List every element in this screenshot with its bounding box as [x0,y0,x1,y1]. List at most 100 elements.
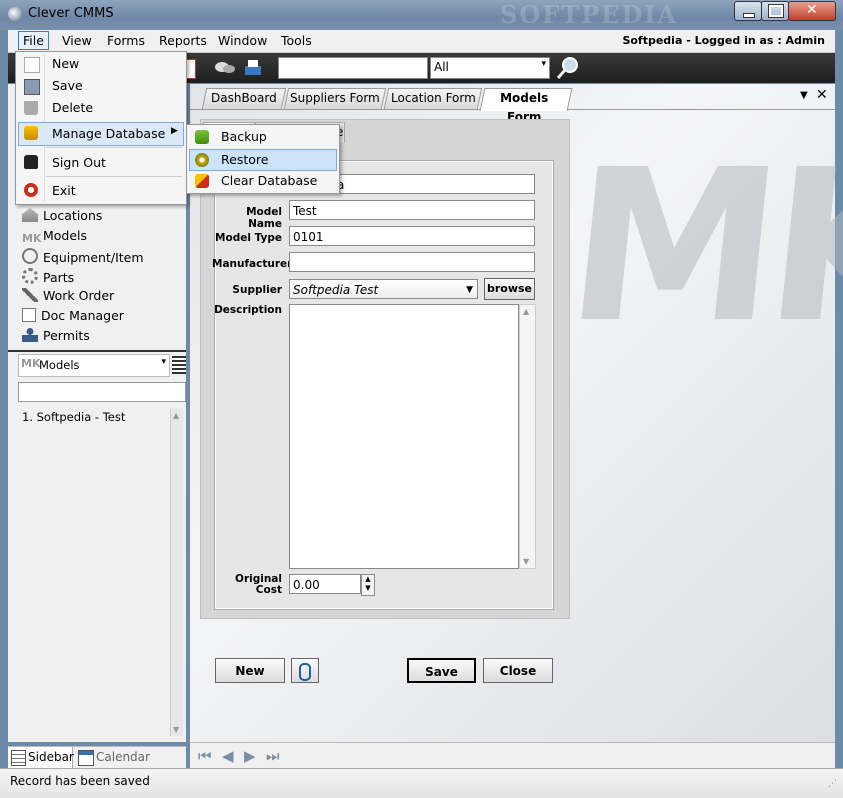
tab-location-form[interactable]: Location Form [383,88,483,109]
tab-calendar[interactable]: Calendar [76,747,156,768]
submenu-item-backup[interactable]: Backup [221,129,267,144]
attach-button[interactable] [291,658,319,683]
tab-strip: DashBoard Suppliers Form Location Form M… [190,86,835,124]
tab-dashboard[interactable]: DashBoard [201,88,287,109]
trash-icon [24,101,38,115]
sidebar-item-doc-manager[interactable]: Doc Manager [22,308,124,323]
minimize-icon [743,13,755,18]
tab-models-form[interactable]: Models Form [479,88,573,124]
supplier-select[interactable]: Softpedia Test ▼ [289,279,478,299]
sidebar-bottom-tabs: Sidebar Calendar [8,746,186,769]
person-icon [22,328,38,342]
label-manufacturer: Manufacturer [212,258,293,270]
app-icon [8,7,22,21]
tab-suppliers-form[interactable]: Suppliers Form [283,88,387,109]
maximize-icon [768,4,784,18]
menu-item-exit[interactable]: Exit [52,183,76,198]
login-status: Softpedia - Logged in as : Admin [622,34,825,47]
minimize-button[interactable] [734,1,762,21]
sidebar-item-label: Parts [43,270,75,285]
sidebar-item-parts[interactable]: Parts [22,268,74,285]
restore-icon [195,153,209,167]
power-icon [24,183,38,197]
save-button[interactable]: Save [407,658,476,683]
sidebar-item-locations[interactable]: Locations [22,208,102,223]
paperclip-icon [299,663,311,681]
cost-spinner[interactable]: ▲ ▼ [361,574,375,596]
wrench-icon [22,288,38,302]
tab-list-dropdown-icon[interactable]: ▼ [800,90,808,101]
list-filter-input[interactable] [18,382,186,402]
close-button[interactable]: Close [483,658,553,683]
window-title: Clever CMMS [28,6,114,21]
spin-up-icon[interactable]: ▲ [362,575,374,584]
close-window-button[interactable]: ✕ [788,1,836,21]
label-description: Description [214,304,282,316]
sidebar-item-work-order[interactable]: Work Order [22,288,114,303]
resize-grip-icon[interactable]: ⋰ [828,779,837,789]
submenu-item-restore[interactable]: Restore [189,149,337,171]
list-scrollbar[interactable]: ▲ ▼ [170,409,183,736]
grid-icon[interactable] [172,356,186,374]
database-icon [24,126,38,140]
mk-logo-icon: MK [21,357,41,370]
scroll-down-icon[interactable]: ▼ [523,557,529,566]
chat-icon[interactable] [214,61,236,75]
divider [8,350,186,352]
maximize-button[interactable] [761,1,789,21]
manufacturer-field[interactable] [289,252,535,272]
scroll-up-icon[interactable]: ▲ [173,411,179,420]
description-textarea[interactable] [289,304,519,569]
menu-item-new[interactable]: New [52,56,79,71]
menu-item-delete[interactable]: Delete [52,100,93,115]
label-model-type: Model Type [215,232,282,244]
label-supplier: Supplier [232,284,282,296]
submenu-item-clear-database[interactable]: Clear Database [221,173,317,188]
next-record-icon[interactable]: ▶ [244,747,256,765]
last-record-icon[interactable]: ⏭ [266,747,280,765]
submenu-arrow-icon: ▶ [171,126,178,136]
description-scrollbar[interactable]: ▲ ▼ [519,304,536,569]
menu-file[interactable]: File [18,31,49,50]
clear-database-icon [195,174,209,188]
menu-tools[interactable]: Tools [281,33,312,48]
tab-sidebar[interactable]: Sidebar [8,747,74,768]
list-selector-value: Models [39,358,80,372]
mk-watermark-logo: MK [557,124,843,369]
scroll-up-icon[interactable]: ▲ [523,307,529,316]
menu-forms[interactable]: Forms [107,33,145,48]
menu-view[interactable]: View [62,33,92,48]
previous-record-icon[interactable]: ◀ [222,747,234,765]
submenu-item-label: Restore [221,152,269,167]
spin-down-icon[interactable]: ▼ [362,584,374,593]
original-cost-field[interactable]: 0.00 [289,574,361,594]
menu-window[interactable]: Window [218,33,267,48]
model-type-field[interactable]: 0101 [289,226,535,246]
sidebar-item-equipment[interactable]: Equipment/Item [22,248,144,265]
print-icon[interactable] [242,58,264,78]
first-record-icon[interactable]: ⏮ [198,747,212,765]
menu-item-save[interactable]: Save [52,78,83,93]
new-document-icon [24,57,40,73]
sidebar-item-permits[interactable]: Permits [22,328,90,343]
list-item[interactable]: 1. Softpedia - Test [22,410,125,424]
browse-button[interactable]: browse [484,278,535,300]
menu-item-manage-database[interactable]: Manage Database ▶ [18,122,184,146]
toolbar-filter-select[interactable]: All ▾ [430,57,550,79]
mk-logo-icon: MK [22,232,42,245]
magnifier-icon[interactable] [556,55,580,81]
scroll-down-icon[interactable]: ▼ [173,725,179,734]
menu-separator [46,147,182,148]
save-icon [24,79,40,95]
menu-item-sign-out[interactable]: Sign Out [52,155,106,170]
new-button[interactable]: New [215,658,285,683]
menu-reports[interactable]: Reports [159,33,207,48]
house-icon [22,208,38,222]
toolbar-search-input[interactable] [278,57,428,79]
chevron-down-icon: ▼ [466,285,473,295]
sidebar-item-models[interactable]: MK Models [22,228,87,246]
close-tab-icon[interactable]: ✕ [816,87,828,103]
model-name-field[interactable]: Test [289,200,535,220]
sidebar-item-label: Work Order [43,288,115,303]
list-selector[interactable]: MK Models ▾ [18,354,170,377]
